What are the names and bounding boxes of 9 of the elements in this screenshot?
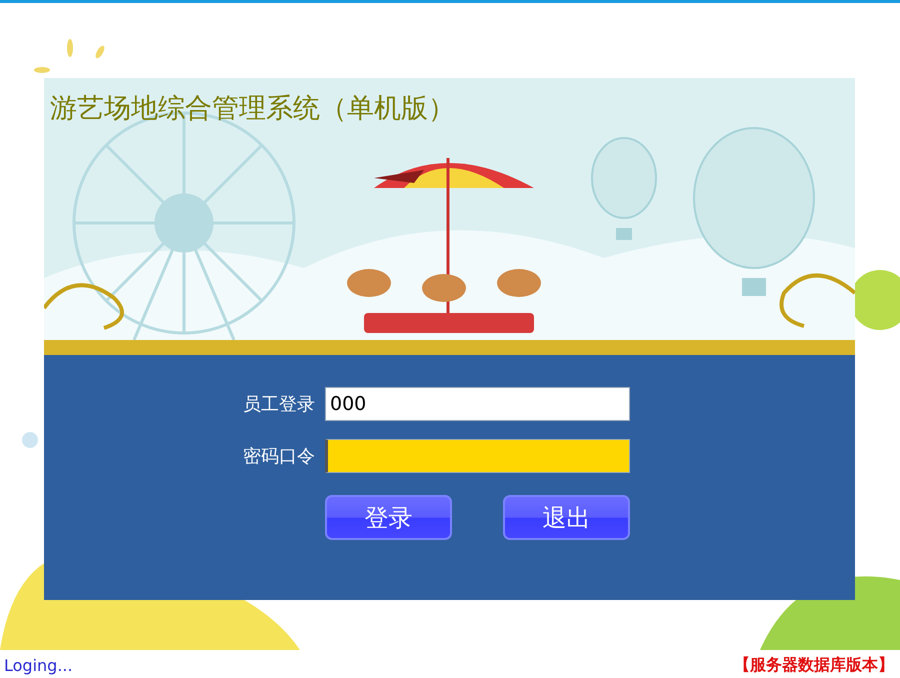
field-label: 密码口令	[242, 445, 315, 468]
input-field[interactable]: 000	[325, 387, 630, 421]
edition-label: 【服务器数据库版本】	[734, 655, 894, 676]
exit-button[interactable]: 退出	[503, 495, 630, 540]
status-message: Loging...	[4, 656, 73, 675]
input-field[interactable]	[325, 439, 630, 473]
window-title: 游艺场地综合管理系统（单机版）	[50, 92, 455, 126]
field-label: 员工登录	[242, 393, 315, 416]
login-button[interactable]: 登录	[325, 495, 452, 540]
